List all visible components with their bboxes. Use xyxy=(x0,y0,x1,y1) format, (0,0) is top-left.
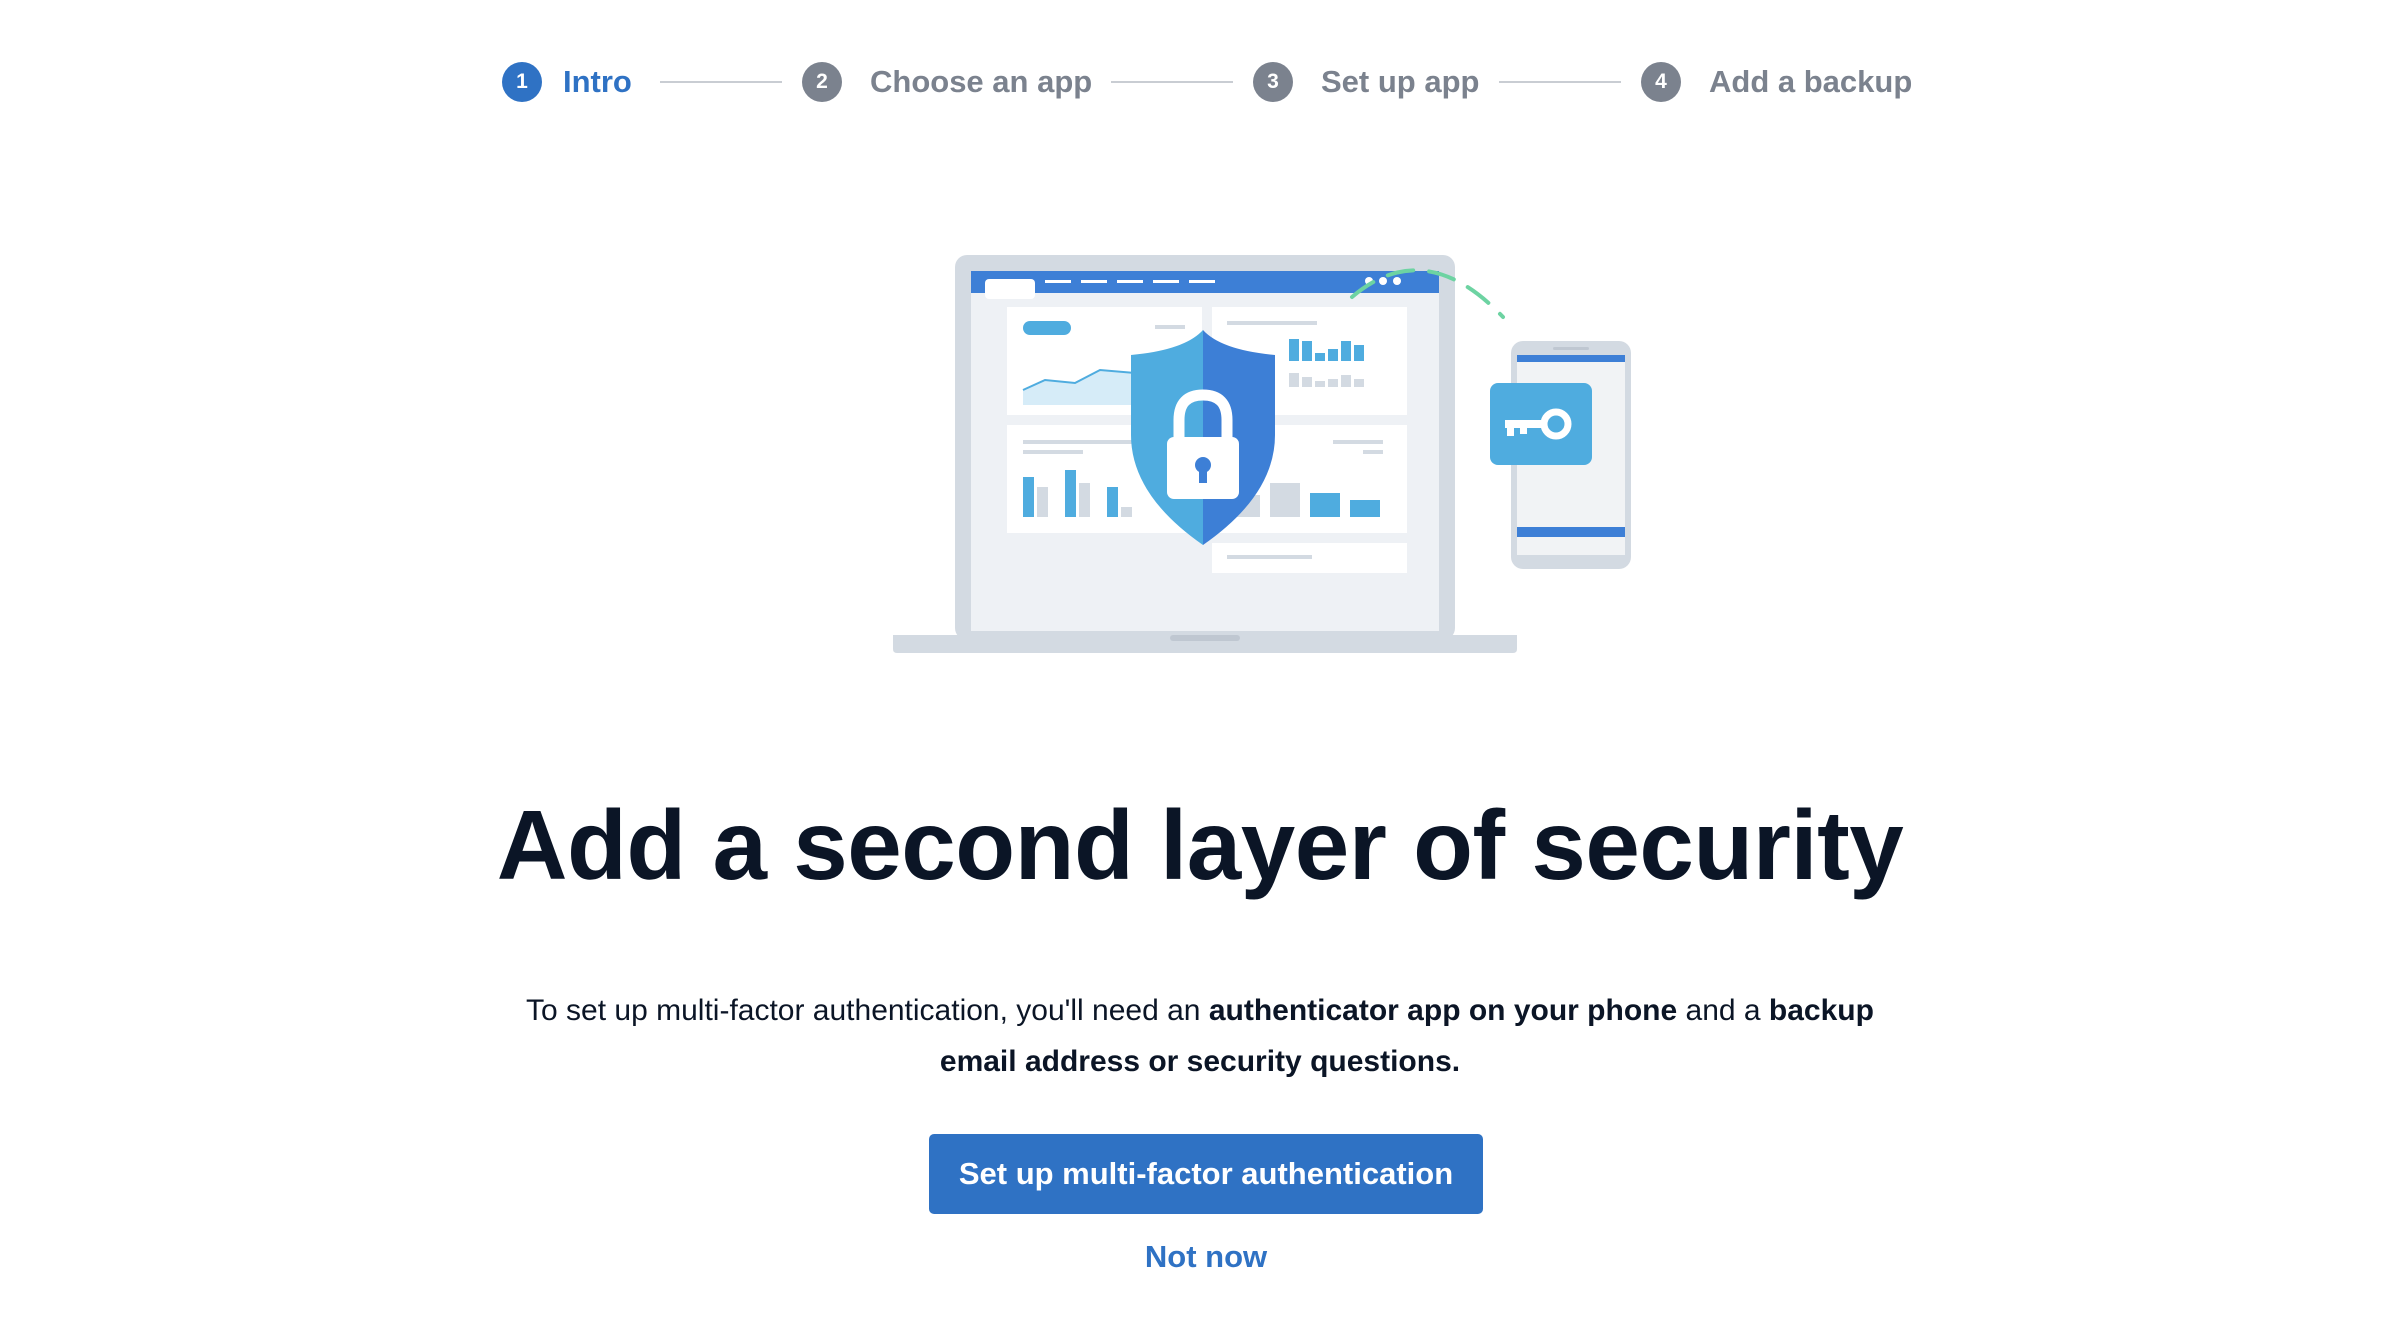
step-connector xyxy=(660,81,782,83)
not-now-link[interactable]: Not now xyxy=(1000,1232,1412,1282)
step-choose-app: 2 Choose an app xyxy=(802,56,1092,108)
security-illustration xyxy=(893,255,1631,653)
step-connector xyxy=(1111,81,1233,83)
step-number-badge: 4 xyxy=(1641,62,1681,102)
step-intro: 1 Intro xyxy=(502,56,632,108)
step-connector xyxy=(1499,81,1621,83)
description-part: To set up multi-factor authentication, y… xyxy=(526,994,1209,1027)
step-number-badge: 3 xyxy=(1253,62,1293,102)
description-text: To set up multi-factor authentication, y… xyxy=(500,985,1900,1087)
setup-mfa-button[interactable]: Set up multi-factor authentication xyxy=(929,1134,1483,1214)
step-number-badge: 2 xyxy=(802,62,842,102)
page-title: Add a second layer of security xyxy=(496,790,1904,900)
step-label: Add a backup xyxy=(1709,64,1913,99)
step-number-badge: 1 xyxy=(502,62,542,102)
step-label: Choose an app xyxy=(870,64,1093,99)
step-label: Set up app xyxy=(1321,64,1480,99)
description-bold-app: authenticator app on your phone xyxy=(1208,994,1678,1027)
step-label: Intro xyxy=(563,64,632,99)
key-icon xyxy=(1490,383,1592,465)
progress-stepper: 1 Intro 2 Choose an app 3 Set up app 4 A… xyxy=(0,56,2400,108)
step-set-up-app: 3 Set up app xyxy=(1253,56,1479,108)
description-part: and a xyxy=(1677,994,1769,1027)
step-add-backup: 4 Add a backup xyxy=(1641,56,1912,108)
